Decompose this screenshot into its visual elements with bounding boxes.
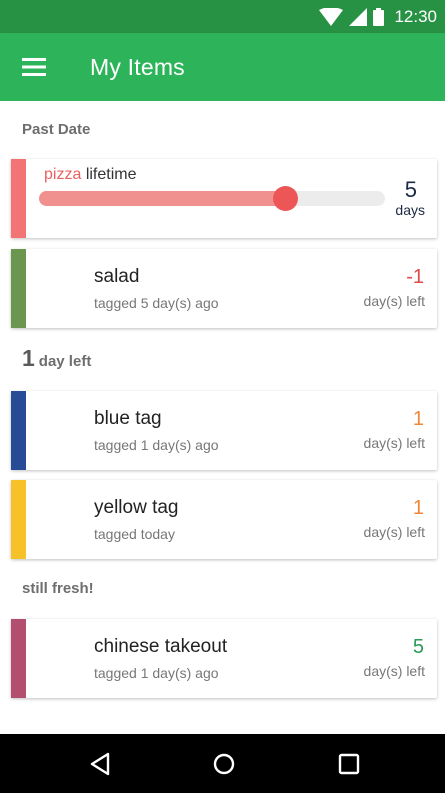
card-color-bar: [11, 480, 26, 559]
item-name: blue tag: [94, 408, 162, 429]
signal-icon: [349, 8, 368, 26]
item-name: chinese takeout: [94, 636, 228, 657]
item-card-salad[interactable]: salad tagged 5 day(s) ago -1 day(s) left: [11, 249, 437, 328]
days-left-unit: day(s) left: [363, 293, 425, 309]
section-header-one-day: 1 day left: [22, 345, 91, 372]
item-subtitle: tagged 1 day(s) ago: [94, 437, 219, 453]
item-subtitle: tagged 5 day(s) ago: [94, 295, 219, 311]
app-bar: My Items: [0, 33, 445, 101]
days-left-value: 1: [412, 408, 424, 430]
status-bar: 12:30: [0, 0, 445, 33]
item-card-blue-tag[interactable]: blue tag tagged 1 day(s) ago 1 day(s) le…: [11, 391, 437, 470]
item-card-yellow-tag[interactable]: yellow tag tagged today 1 day(s) left: [11, 480, 437, 559]
card-color-bar: [11, 249, 26, 328]
recents-icon[interactable]: [335, 750, 363, 778]
days-left-value: 5: [412, 636, 424, 658]
pizza-name: pizza: [44, 166, 82, 183]
pizza-days-value: 5: [404, 177, 417, 202]
navigation-bar: [0, 734, 445, 793]
days-left-value: -1: [406, 266, 424, 288]
home-icon[interactable]: [210, 750, 238, 778]
back-icon[interactable]: [86, 750, 114, 778]
section-header-past-date: Past Date: [22, 121, 91, 138]
status-time: 12:30: [394, 7, 437, 26]
card-color-bar: [11, 159, 26, 238]
days-left-unit: day(s) left: [363, 663, 425, 679]
pizza-lifetime-label: pizza lifetime: [44, 166, 137, 184]
menu-icon[interactable]: [22, 56, 48, 78]
days-left-value: 1: [412, 497, 424, 519]
card-color-bar: [11, 391, 26, 470]
page-title: My Items: [90, 54, 185, 80]
pizza-days-unit: days: [395, 202, 425, 218]
wifi-icon: [319, 8, 344, 26]
item-card-chinese-takeout[interactable]: chinese takeout tagged 1 day(s) ago 5 da…: [11, 619, 437, 698]
lifetime-slider[interactable]: [39, 186, 385, 211]
lifetime-text: lifetime: [85, 166, 137, 183]
battery-icon: [373, 8, 385, 26]
section-day-count: 1: [22, 345, 35, 371]
slider-thumb[interactable]: [272, 186, 298, 211]
days-left-unit: day(s) left: [363, 435, 425, 451]
section-header-fresh: still fresh!: [22, 580, 94, 597]
item-name: yellow tag: [94, 497, 179, 518]
pizza-card[interactable]: pizza lifetime 5 days: [11, 159, 437, 238]
days-left-unit: day(s) left: [363, 524, 425, 540]
status-icons: 12:30: [319, 6, 437, 28]
item-name: salad: [94, 266, 140, 287]
section-day-label: day left: [38, 353, 92, 370]
slider-fill: [39, 191, 285, 206]
item-subtitle: tagged 1 day(s) ago: [94, 665, 219, 681]
card-color-bar: [11, 619, 26, 698]
item-subtitle: tagged today: [94, 526, 175, 542]
item-list[interactable]: Past Date pizza lifetime 5 days salad ta…: [0, 101, 445, 734]
